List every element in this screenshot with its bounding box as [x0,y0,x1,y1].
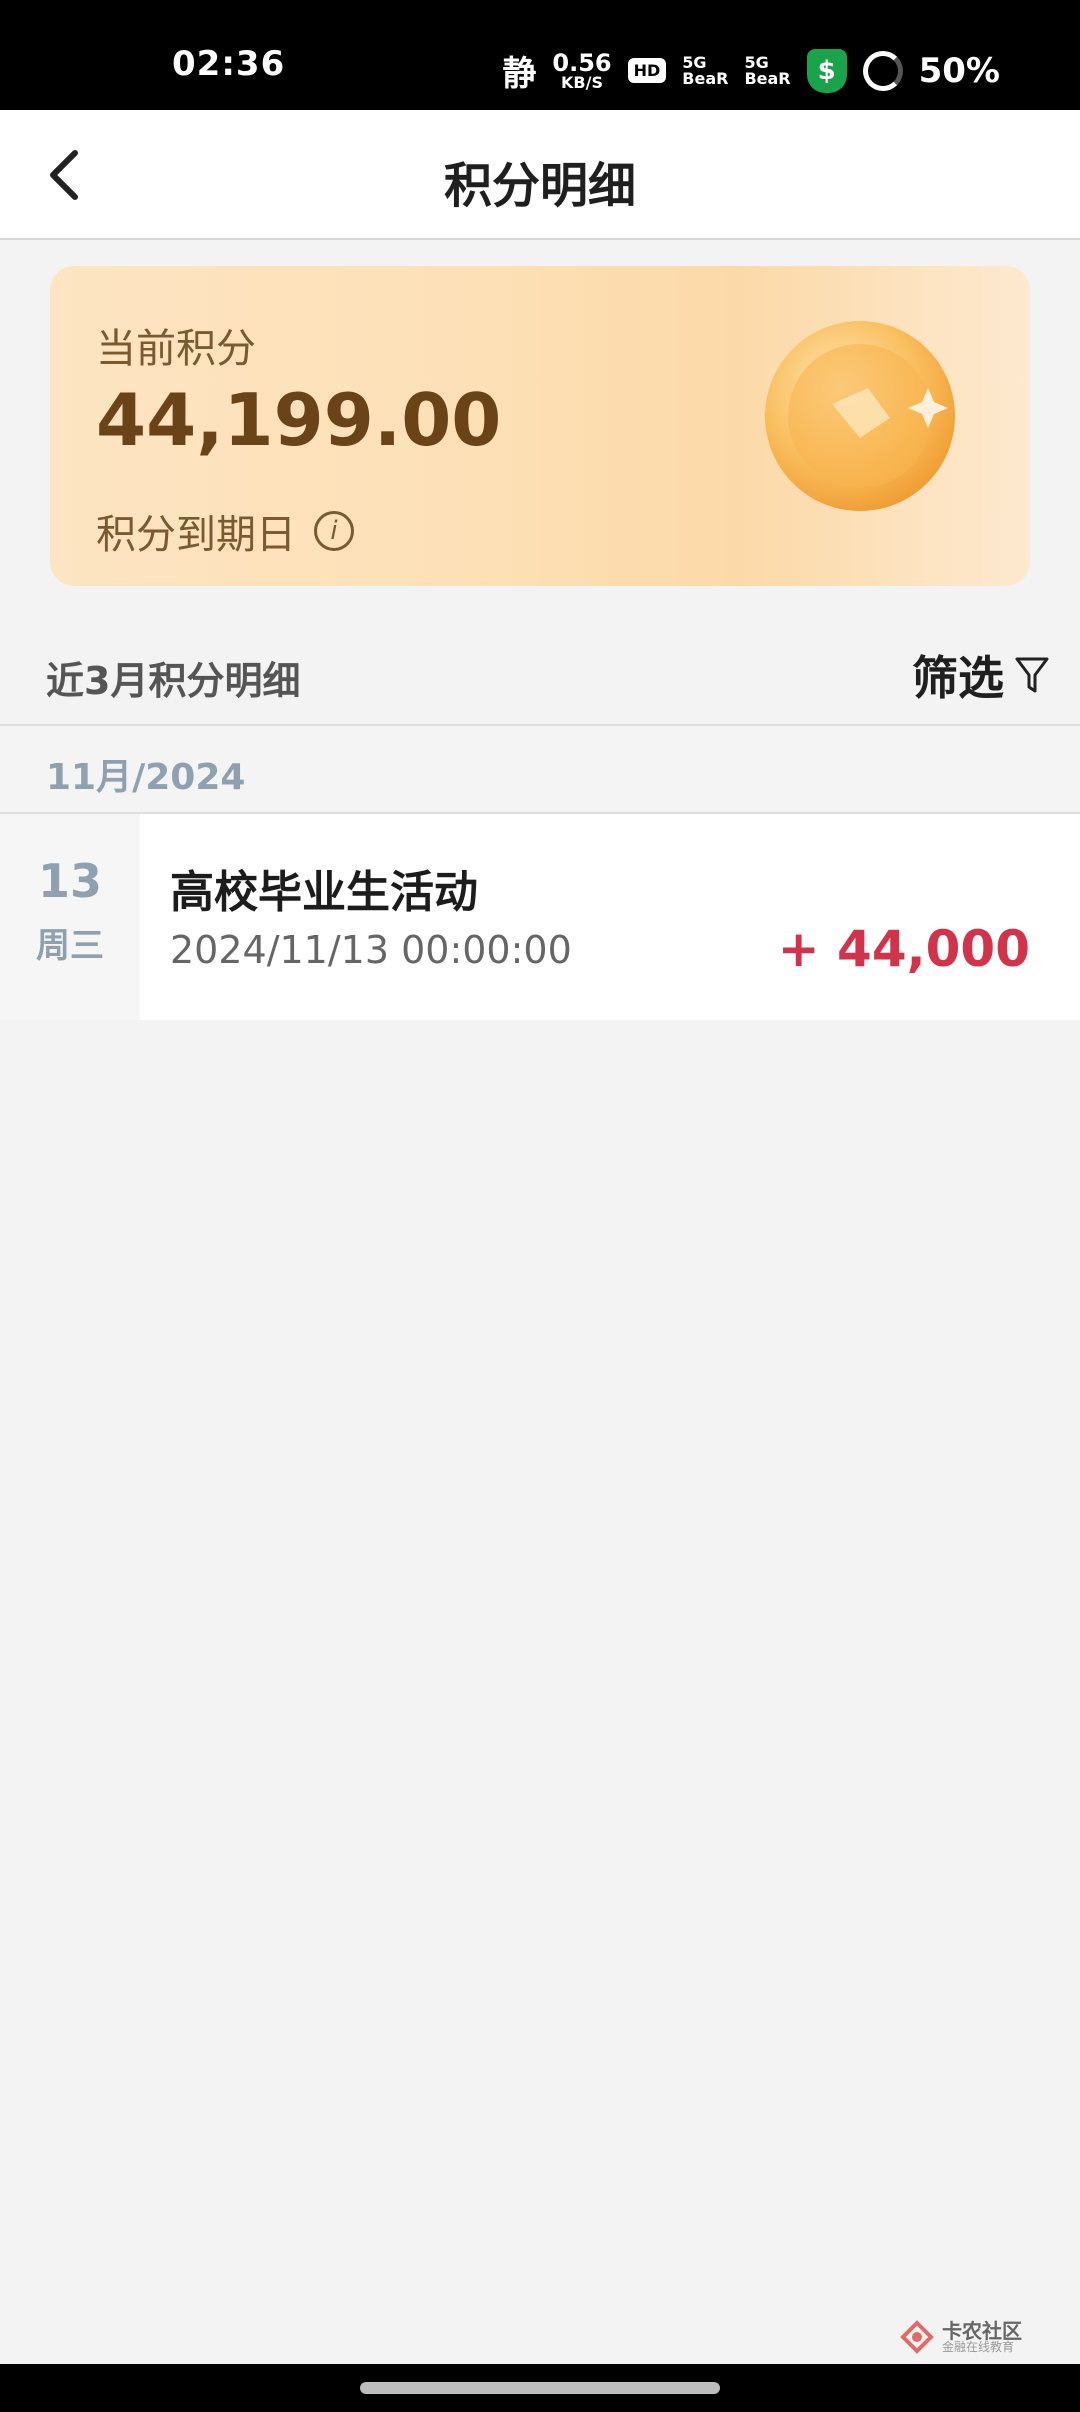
navigation-bar [0,2364,1080,2412]
status-bar: 02:36 静 0.56 KB/S HD 5G BeaR 5G BeaR $ 5… [0,0,1080,110]
watermark-text: 卡农社区 金融在线教育 [942,2321,1022,2353]
transaction-weekday: 周三 [36,926,104,966]
filter-icon [1015,657,1049,693]
sim1-carrier: BeaR [682,68,729,88]
current-points-label: 当前积分 [96,326,256,372]
home-indicator[interactable] [360,2382,720,2394]
transaction-row[interactable]: 13 周三 高校毕业生活动 2024/11/13 00:00:00 + 44,0… [0,814,1080,1020]
coin-icon [765,321,955,511]
shield-icon: $ [806,48,847,93]
app-header: 积分明细 [0,110,1080,240]
watermark-subtitle: 金融在线教育 [942,2340,1015,2354]
watermark-logo-icon [900,2320,934,2354]
month-label: 11月/2024 [46,757,246,798]
watermark-title: 卡农社区 [942,2319,1022,2343]
status-time: 02:36 [172,44,286,84]
transaction-date: 13 周三 [0,814,140,1020]
network-speed: 0.56 KB/S [552,51,611,91]
expiry-row: 积分到期日 i [96,502,354,560]
quiet-mode-indicator: 静 [502,54,537,94]
network-speed-unit: KB/S [561,72,603,92]
info-icon[interactable]: i [314,511,354,551]
section-header: 近3月积分明细 筛选 [0,620,1080,726]
battery-ring-icon [862,50,903,91]
sim1-signal: 5G BeaR [682,54,729,88]
transaction-day: 13 [37,854,102,908]
current-points-value: 44,199.00 [96,378,502,462]
expiry-label: 积分到期日 [96,512,296,558]
transaction-title: 高校毕业生活动 [170,867,478,918]
month-header: 11月/2024 [0,726,1080,814]
transaction-amount: + 44,000 [777,920,1030,978]
battery-level: 50% [918,50,1000,91]
points-card: 当前积分 44,199.00 积分到期日 i [50,266,1030,586]
watermark: 卡农社区 金融在线教育 [900,2320,1022,2354]
status-icons: 静 0.56 KB/S HD 5G BeaR 5G BeaR $ 50% [502,46,1000,95]
transaction-time: 2024/11/13 00:00:00 [170,928,572,972]
hd-badge: HD [627,58,667,83]
network-speed-value: 0.56 [552,48,612,77]
sim2-carrier: BeaR [744,68,791,88]
page-title: 积分明细 [443,158,636,214]
filter-button[interactable]: 筛选 [912,642,1050,708]
filter-label: 筛选 [912,651,1004,705]
section-title: 近3月积分明细 [46,659,301,703]
sim2-signal: 5G BeaR [744,54,791,88]
